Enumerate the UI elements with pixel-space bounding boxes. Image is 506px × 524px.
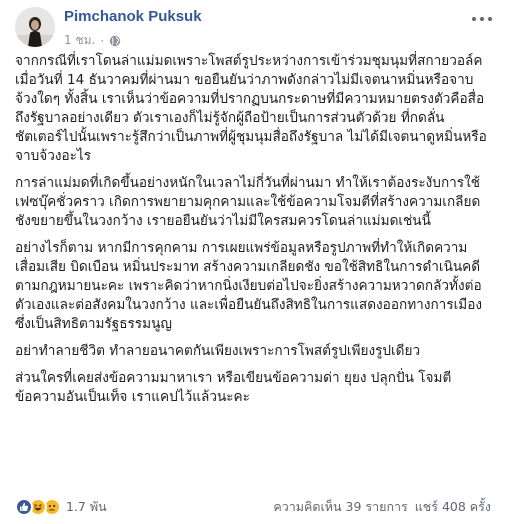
avatar[interactable]: [15, 7, 55, 47]
post-paragraph: อย่างไรก็ตาม หากมีการคุกคาม การเผยแพร่ข้…: [15, 240, 483, 332]
post-paragraph: อย่าทำลายชีวิต ทำลายอนาคตกันเพียงเพราะกา…: [15, 343, 421, 359]
avatar-photo: [15, 7, 55, 47]
post-footer: 1.7 พัน ความคิดเห็น 39 รายการ แชร์ 408 ค…: [15, 497, 491, 517]
post-paragraph: การล่าแม่มดที่เกิดขึ้นอย่างหนักในเวลาไม่…: [15, 175, 481, 229]
more-dot-icon: [480, 17, 484, 21]
meta-separator: ·: [100, 33, 105, 48]
post-body: จากกรณีที่เราโดนล่าแม่มดเพราะโพสต์รูประห…: [15, 52, 491, 415]
post-timestamp[interactable]: 1 ชม.: [64, 31, 95, 50]
globe-icon: [109, 35, 121, 46]
comment-count[interactable]: ความคิดเห็น 39 รายการ: [273, 499, 407, 514]
post-meta: 1 ชม. ·: [64, 31, 121, 50]
facebook-post: Pimchanok Puksuk 1 ชม. · จากกรณีที่เราโด…: [0, 0, 506, 524]
more-dot-icon: [488, 17, 492, 21]
post-paragraph: จากกรณีที่เราโดนล่าแม่มดเพราะโพสต์รูประห…: [15, 53, 487, 164]
engagement-counts: ความคิดเห็น 39 รายการ แชร์ 408 ครั้ง: [270, 497, 491, 517]
post-header: Pimchanok Puksuk 1 ชม. ·: [0, 0, 506, 52]
post-paragraph: ส่วนใครที่เคยส่งข้อความมาหาเรา หรือเขียน…: [15, 370, 452, 405]
reaction-count[interactable]: 1.7 พัน: [66, 497, 107, 517]
share-count[interactable]: แชร์ 408 ครั้ง: [415, 499, 491, 514]
reactions-summary[interactable]: 1.7 พัน: [15, 497, 107, 517]
like-icon: [15, 498, 33, 516]
author-name[interactable]: Pimchanok Puksuk: [64, 8, 202, 25]
more-options-button[interactable]: [472, 12, 492, 26]
more-dot-icon: [472, 17, 476, 21]
